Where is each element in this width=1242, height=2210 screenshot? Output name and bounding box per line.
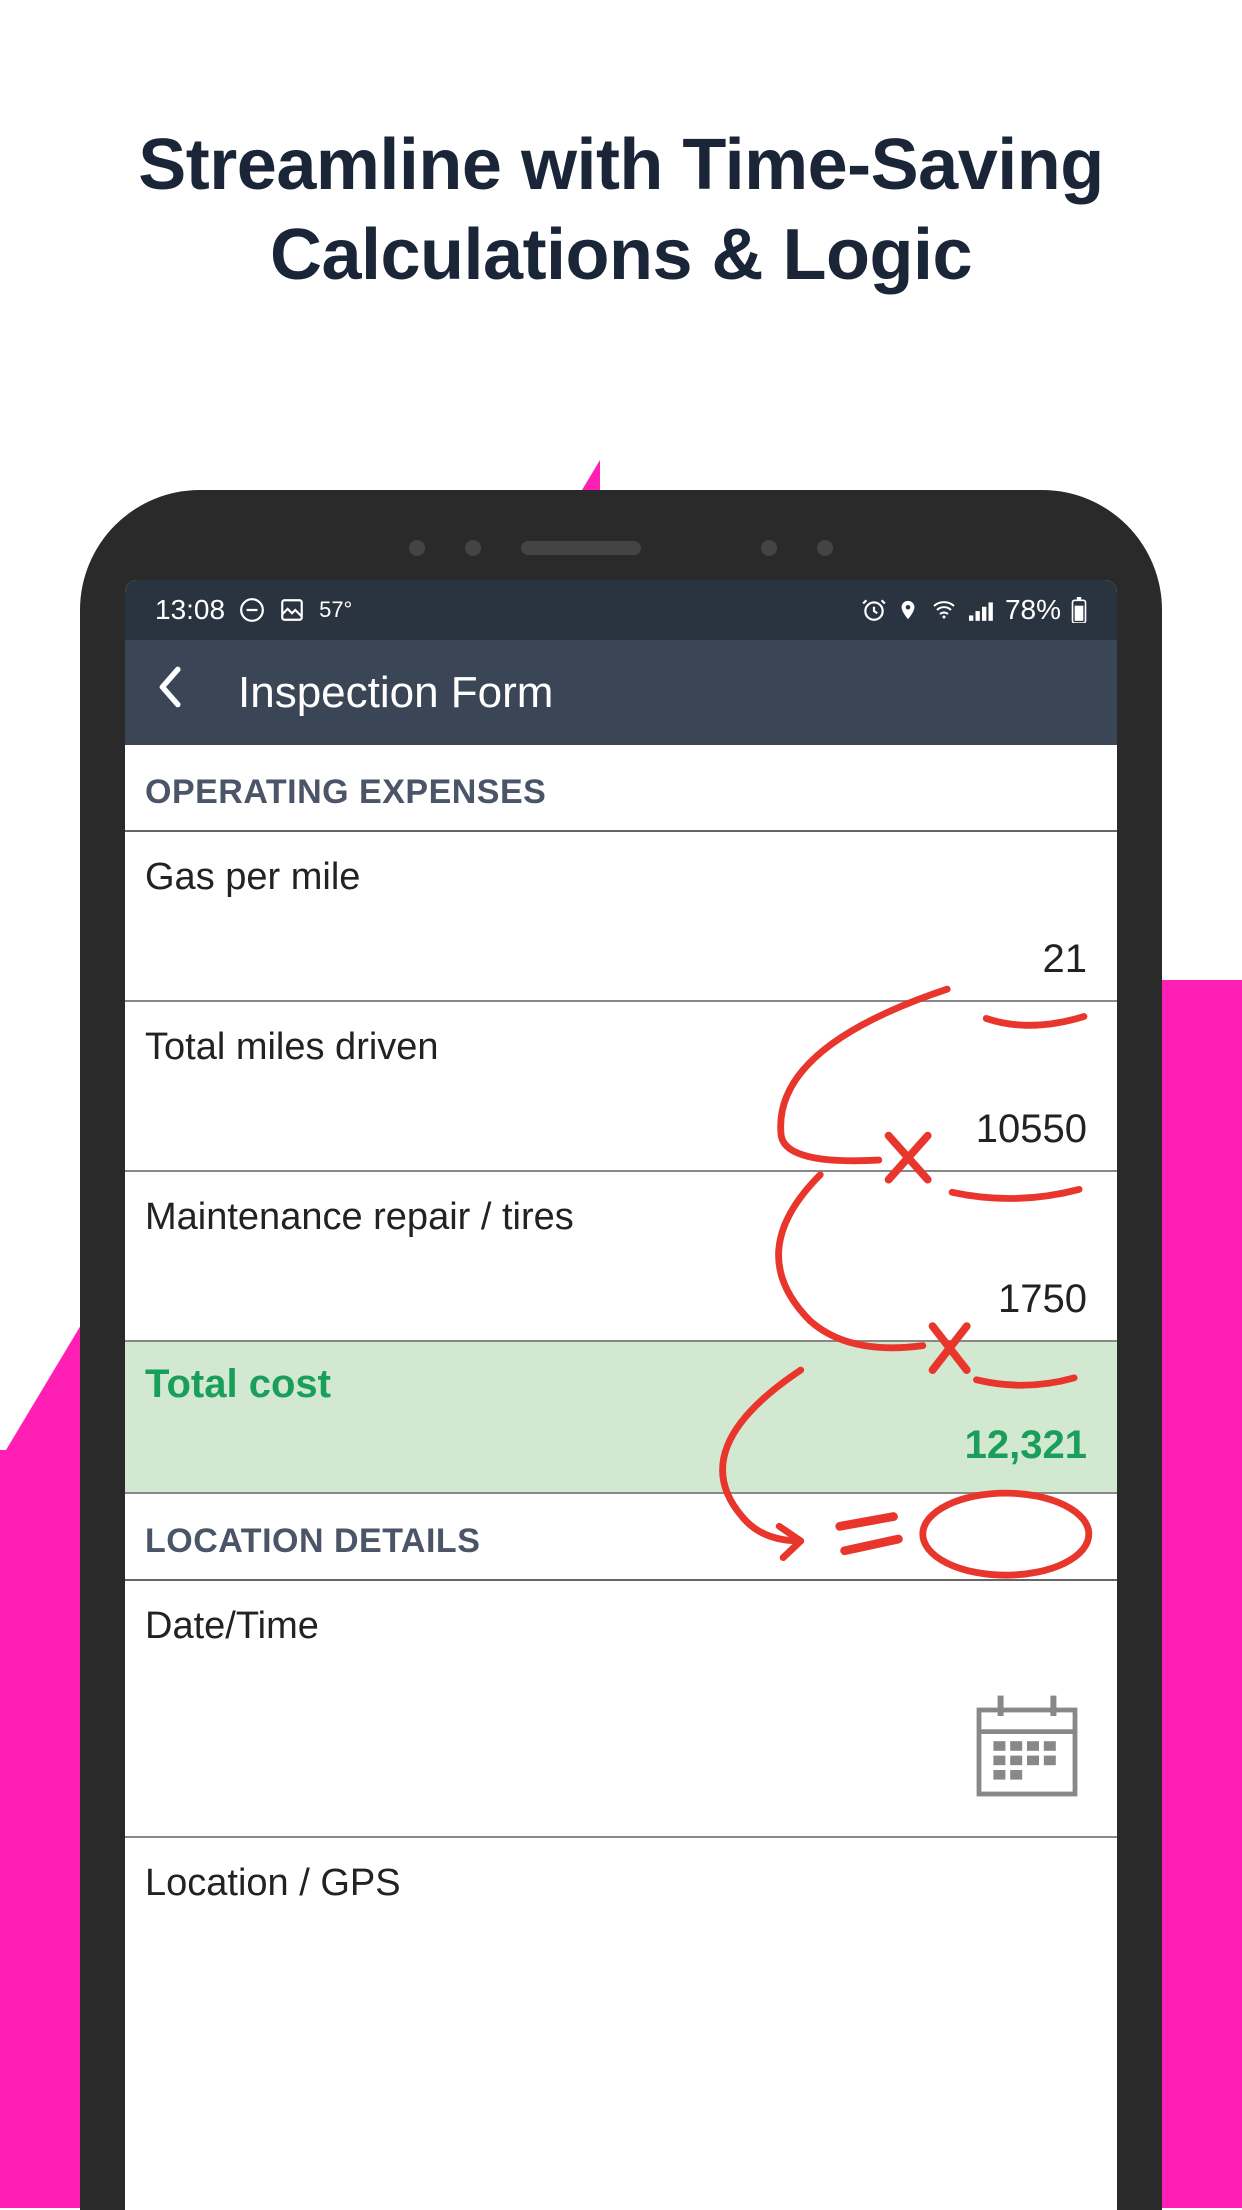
field-label: Date/Time: [125, 1581, 1117, 1656]
section-operating-expenses: OPERATING EXPENSES: [125, 745, 1117, 832]
field-value: 10550: [125, 1077, 1117, 1170]
total-value: 12,321: [145, 1407, 1097, 1468]
back-button[interactable]: [155, 665, 183, 721]
location-icon: [897, 597, 919, 623]
image-icon: [279, 597, 305, 623]
field-datetime[interactable]: Date/Time: [125, 1581, 1117, 1838]
battery-icon: [1071, 597, 1087, 623]
field-gas-per-mile[interactable]: Gas per mile 21: [125, 832, 1117, 1002]
calendar-icon[interactable]: [967, 1686, 1087, 1806]
field-location-gps[interactable]: Location / GPS: [125, 1838, 1117, 1913]
field-total-miles[interactable]: Total miles driven 10550: [125, 1002, 1117, 1172]
signal-icon: [969, 599, 995, 621]
section-location-details: LOCATION DETAILS: [125, 1494, 1117, 1581]
total-cost-row: Total cost 12,321: [125, 1342, 1117, 1494]
status-battery: 78%: [1005, 594, 1061, 626]
field-value: 21: [125, 907, 1117, 1000]
app-header: Inspection Form: [125, 640, 1117, 745]
phone-mockup: 13:08 57° 78% Inspection Form OPERATING …: [80, 490, 1162, 2210]
do-not-disturb-icon: [239, 597, 265, 623]
alarm-icon: [861, 597, 887, 623]
status-temp: 57°: [319, 597, 352, 623]
wifi-icon: [929, 598, 959, 622]
field-label: Total miles driven: [125, 1002, 1117, 1077]
status-bar: 13:08 57° 78%: [125, 580, 1117, 640]
field-label: Location / GPS: [125, 1838, 1117, 1913]
field-label: Gas per mile: [125, 832, 1117, 907]
phone-screen: 13:08 57° 78% Inspection Form OPERATING …: [125, 580, 1117, 2210]
total-label: Total cost: [145, 1362, 1097, 1407]
field-label: Maintenance repair / tires: [125, 1172, 1117, 1247]
field-maintenance[interactable]: Maintenance repair / tires 1750: [125, 1172, 1117, 1342]
status-time: 13:08: [155, 594, 225, 626]
field-value: 1750: [125, 1247, 1117, 1340]
page-title: Inspection Form: [238, 668, 553, 718]
marketing-headline: Streamline with Time-Saving Calculations…: [0, 0, 1242, 300]
